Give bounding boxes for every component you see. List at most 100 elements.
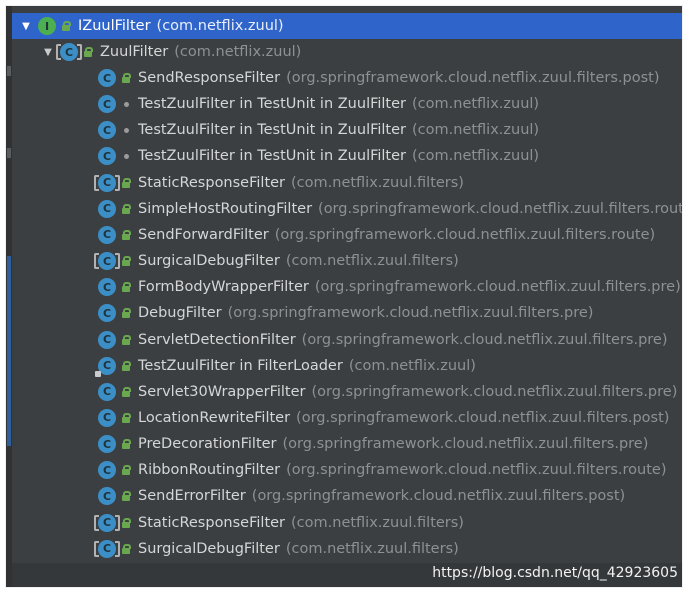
child-package: (com.netflix.zuul) (174, 44, 302, 60)
interface-icon: I (38, 17, 56, 35)
tree-row-subclass[interactable]: C SendForwardFilter (org.springframework.c… (12, 222, 682, 248)
class-icon: C (98, 69, 116, 87)
tree-row-subclass[interactable]: C SendErrorFilter (org.springframework.clo… (12, 483, 682, 509)
tree-row-subclass[interactable]: C StaticResponseFilter (com.netflix.zuul.f… (12, 510, 682, 536)
abstract-class-icon: C (94, 539, 120, 558)
tree-row-subclass[interactable]: C SurgicalDebugFilter (com.netflix.zuul.fi… (12, 248, 682, 274)
abstract-class-icon: C (94, 513, 120, 532)
lock-icon (122, 229, 131, 240)
subclass-package: (com.netflix.zuul.filters) (285, 540, 459, 557)
subclass-package: (com.netflix.zuul) (348, 357, 476, 374)
subclass-package: (com.netflix.zuul.filters) (291, 514, 464, 531)
subclass-label: TestZuulFilter in FilterLoader (138, 357, 343, 374)
tree-row-subclass[interactable]: C PreDecorationFilter (org.springframework… (12, 431, 682, 457)
tree-row-subclass[interactable]: C Servlet30WrapperFilter (org.springframew… (12, 379, 682, 405)
lock-icon (122, 491, 131, 502)
tree-row-subclass[interactable]: C RibbonRoutingFilter (org.springframework… (12, 457, 682, 483)
root-package: (com.netflix.zuul) (156, 18, 284, 34)
subclass-package: (com.netflix.zuul.filters) (291, 174, 464, 191)
lock-icon (122, 256, 131, 266)
hierarchy-panel: ▼ I IZuulFilter (com.netflix.zuul) ▼ C Z… (6, 6, 682, 587)
tree-row-subclass[interactable]: C ServletDetectionFilter (org.springframew… (12, 327, 682, 353)
watermark-text: https://blog.csdn.net/qq_42923605 (432, 565, 678, 581)
lock-icon (84, 47, 93, 57)
subclass-label: TestZuulFilter in TestUnit in ZuulFilter (138, 122, 407, 139)
lock-icon (122, 282, 131, 293)
tree-row-subclass[interactable]: C LocationRewriteFilter (org.springframewo… (12, 405, 682, 431)
class-icon: C (98, 199, 116, 218)
lock-icon (122, 517, 131, 528)
subclass-label: SendErrorFilter (138, 488, 246, 505)
lock-icon (122, 360, 131, 371)
subclass-label: SimpleHostRoutingFilter (138, 200, 313, 217)
class-icon: C (98, 382, 116, 401)
abstract-class-icon: C (94, 252, 120, 270)
subclass-label: StaticResponseFilter (138, 174, 286, 191)
abstract-class-icon: C (56, 43, 82, 61)
tree-row-child[interactable]: ▼ C ZuulFilter (com.netflix.zuul) (12, 39, 682, 65)
class-icon: C (98, 408, 116, 427)
subclass-label: SendResponseFilter (138, 70, 281, 86)
subclass-package: (com.netflix.zuul) (412, 122, 540, 139)
tree-row-subclass[interactable]: C SimpleHostRoutingFilter (org.springframe… (12, 196, 682, 222)
lock-icon (122, 386, 131, 397)
subclass-label: DebugFilter (138, 305, 222, 322)
subclass-label: TestZuulFilter in TestUnit in ZuulFilter (138, 148, 407, 165)
lock-icon (122, 543, 131, 554)
subclass-package: (org.springframework.cloud.netflix.zuul.… (301, 331, 668, 348)
subclass-package: (org.springframework.cloud.netflix.zuul.… (286, 70, 660, 86)
class-icon: C (98, 278, 116, 297)
subclass-package: (org.springframework.cloud.netflix.zuul.… (311, 383, 678, 400)
class-icon: C (98, 330, 116, 349)
lock-icon (122, 439, 131, 450)
class-icon: C (98, 147, 116, 166)
class-icon: C (98, 461, 116, 480)
subclass-package: (org.springframework.cloud.netflix.zuul.… (296, 409, 670, 426)
lock-icon (122, 73, 131, 83)
tree-row-subclass[interactable]: C TestZuulFilter in TestUnit in ZuulFilte… (12, 117, 682, 143)
tree-row-subclass[interactable]: C TestZuulFilter in FilterLoader (com.netf… (12, 353, 682, 379)
type-hierarchy-tree: ▼ I IZuulFilter (com.netflix.zuul) ▼ C Z… (12, 6, 682, 587)
subclass-package: (org.springframework.cloud.netflix.zuul.… (227, 305, 594, 322)
subclass-label: TestZuulFilter in TestUnit in ZuulFilter (138, 96, 407, 113)
subclass-label: SurgicalDebugFilter (138, 253, 280, 269)
lock-icon (122, 308, 131, 319)
class-icon: C (98, 304, 116, 323)
subclass-package: (org.springframework.cloud.netflix.zuul.… (314, 279, 681, 296)
subclass-package: (com.netflix.zuul) (412, 148, 540, 165)
class-icon: C (98, 487, 116, 506)
expand-arrow-icon[interactable]: ▼ (20, 20, 32, 32)
lock-icon (62, 21, 71, 31)
lock-icon (122, 177, 131, 188)
child-label: ZuulFilter (100, 44, 169, 60)
gutter-marker (7, 148, 11, 158)
class-icon: C (98, 435, 116, 454)
subclass-label: RibbonRoutingFilter (138, 462, 281, 479)
subclass-label: FormBodyWrapperFilter (138, 279, 309, 296)
tree-row-subclass[interactable]: C TestZuulFilter in TestUnit in ZuulFilte… (12, 91, 682, 117)
gutter-marker (7, 256, 11, 446)
tree-row-subclass[interactable]: C FormBodyWrapperFilter (org.springframewo… (12, 274, 682, 300)
subclass-package: (org.springframework.cloud.netflix.zuul.… (251, 488, 626, 505)
tree-row-subclass[interactable]: C TestZuulFilter in TestUnit in ZuulFilte… (12, 143, 682, 169)
lock-icon (122, 203, 131, 214)
class-icon: C (98, 121, 116, 140)
class-icon: C (98, 225, 116, 244)
lock-icon (122, 412, 131, 423)
root-label: IZuulFilter (78, 18, 151, 34)
class-icon: C (98, 95, 116, 114)
subclass-package: (org.springframework.cloud.netflix.zuul.… (274, 226, 656, 243)
tree-row-subclass[interactable]: C SurgicalDebugFilter (com.netflix.zuul.fi… (12, 536, 682, 562)
subclass-package: (com.netflix.zuul) (412, 96, 540, 113)
package-private-icon (124, 153, 129, 159)
tree-row-subclass[interactable]: C StaticResponseFilter (com.netflix.zuul.f… (12, 170, 682, 196)
subclass-label: PreDecorationFilter (138, 436, 277, 453)
tree-row-subclass[interactable]: C SendResponseFilter (org.springframework.… (12, 65, 682, 91)
subclass-label: SendForwardFilter (138, 226, 269, 243)
subclass-package: (com.netflix.zuul.filters) (285, 253, 459, 269)
expand-arrow-icon[interactable]: ▼ (42, 46, 54, 58)
gutter-marker (7, 66, 11, 76)
tree-row-root[interactable]: ▼ I IZuulFilter (com.netflix.zuul) (12, 13, 682, 39)
subclass-package: (org.springframework.cloud.netflix.zuul.… (318, 200, 682, 217)
tree-row-subclass[interactable]: C DebugFilter (org.springframework.cloud.n… (12, 300, 682, 326)
